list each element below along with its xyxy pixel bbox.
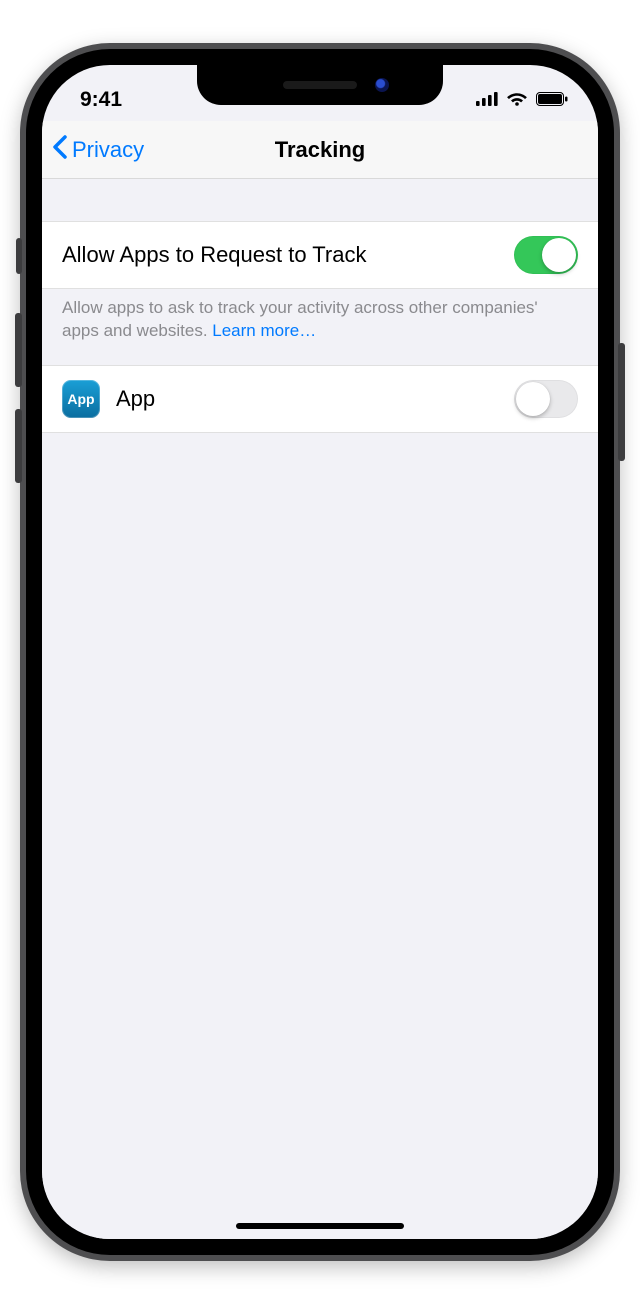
phone-frame: 9:41 <box>20 43 620 1261</box>
learn-more-link[interactable]: Learn more… <box>212 321 316 340</box>
volume-up-button <box>15 313 22 387</box>
app-tracking-toggle[interactable] <box>514 380 578 418</box>
notch <box>197 65 443 105</box>
allow-tracking-label: Allow Apps to Request to Track <box>62 242 514 268</box>
status-time: 9:41 <box>80 88 122 112</box>
nav-bar: Privacy Tracking <box>42 121 598 179</box>
allow-tracking-row: Allow Apps to Request to Track <box>42 221 598 289</box>
app-label: App <box>116 386 514 412</box>
app-icon: App <box>62 380 100 418</box>
content: Allow Apps to Request to Track Allow app… <box>42 179 598 1239</box>
back-button[interactable]: Privacy <box>42 135 144 165</box>
power-button <box>618 343 625 461</box>
section-footer: Allow apps to ask to track your activity… <box>42 289 598 365</box>
app-row: App App <box>42 365 598 433</box>
volume-down-button <box>15 409 22 483</box>
battery-icon <box>536 88 568 112</box>
wifi-icon <box>506 88 528 112</box>
back-label: Privacy <box>72 137 144 163</box>
allow-tracking-toggle[interactable] <box>514 236 578 274</box>
chevron-left-icon <box>52 135 68 165</box>
cellular-icon <box>476 88 498 112</box>
home-indicator <box>236 1223 404 1229</box>
silence-switch <box>16 238 22 274</box>
screen: 9:41 <box>42 65 598 1239</box>
